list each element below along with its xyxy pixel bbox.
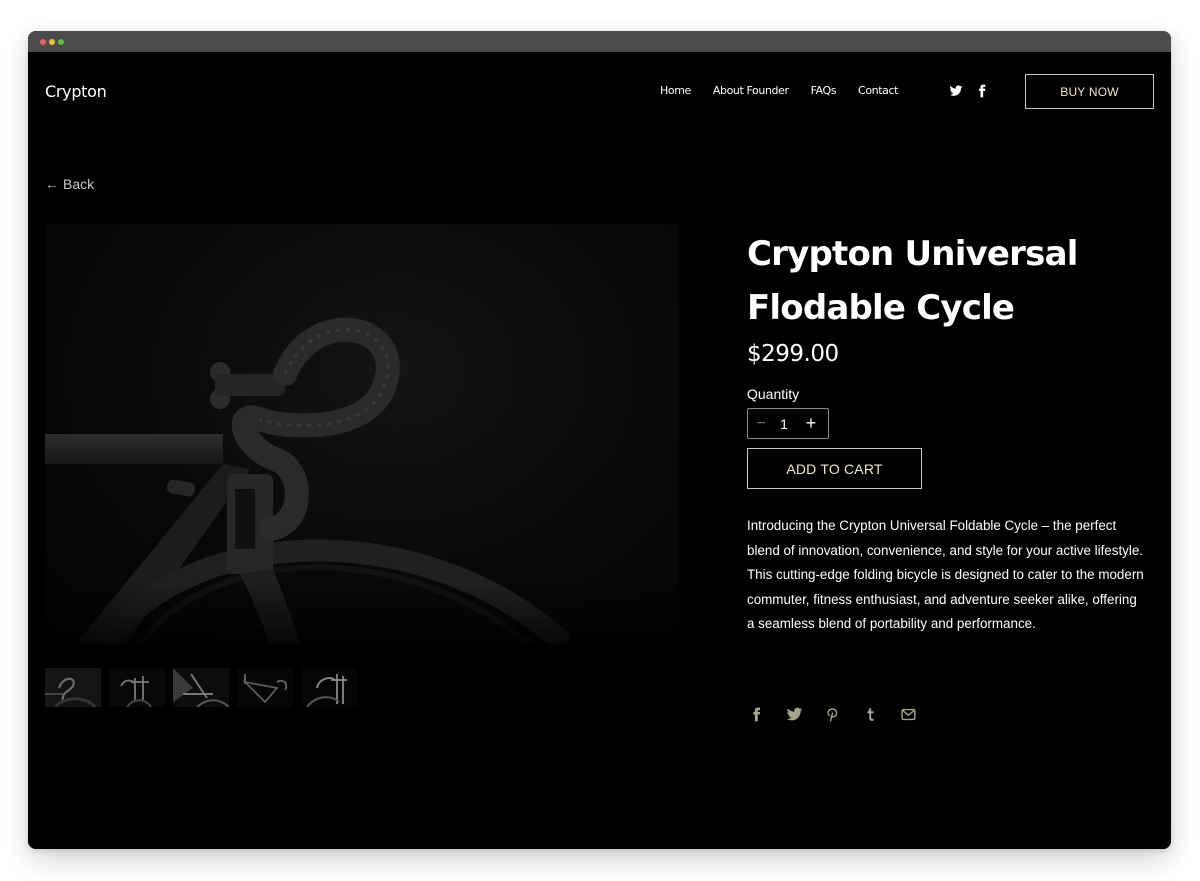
maximize-window-button[interactable] xyxy=(58,39,64,45)
header-social-links xyxy=(948,83,990,99)
back-link[interactable]: ← Back xyxy=(45,176,94,192)
product-description: Introducing the Crypton Universal Foldab… xyxy=(747,518,1144,631)
nav-contact[interactable]: Contact xyxy=(858,84,898,97)
facebook-icon[interactable] xyxy=(747,705,765,723)
product-page: Crypton Home About Founder FAQs Contact … xyxy=(28,52,1171,849)
tumblr-icon[interactable] xyxy=(861,705,879,723)
thumbnail-2[interactable] xyxy=(109,668,165,707)
add-to-cart-button[interactable]: ADD TO CART xyxy=(747,448,922,489)
share-links xyxy=(747,705,917,723)
pinterest-icon[interactable] xyxy=(823,705,841,723)
site-logo[interactable]: Crypton xyxy=(45,82,107,101)
product-price: $299.00 xyxy=(747,341,839,367)
back-label: Back xyxy=(63,176,95,192)
product-title: Crypton Universal Flodable Cycle xyxy=(747,234,1078,328)
quantity-decrease-button[interactable]: − xyxy=(748,415,774,433)
main-product-image[interactable] xyxy=(45,224,679,645)
main-nav: Home About Founder FAQs Contact xyxy=(660,84,920,97)
close-window-button[interactable] xyxy=(40,39,46,45)
quantity-stepper: − 1 + xyxy=(747,408,829,439)
thumbnail-strip xyxy=(45,668,357,707)
twitter-icon[interactable] xyxy=(948,83,964,99)
email-icon[interactable] xyxy=(899,705,917,723)
bicycle-illustration xyxy=(45,224,679,645)
quantity-label: Quantity xyxy=(747,386,800,402)
window-titlebar xyxy=(28,31,1171,52)
browser-window: Crypton Home About Founder FAQs Contact … xyxy=(28,31,1171,849)
thumbnail-3[interactable] xyxy=(173,668,229,707)
nav-faqs[interactable]: FAQs xyxy=(811,84,837,97)
quantity-increase-button[interactable]: + xyxy=(794,413,828,434)
minimize-window-button[interactable] xyxy=(49,39,55,45)
thumbnail-5[interactable] xyxy=(301,668,357,707)
thumbnail-1[interactable] xyxy=(45,668,101,707)
nav-about-founder[interactable]: About Founder xyxy=(713,84,789,97)
arrow-left-icon: ← xyxy=(45,176,59,192)
quantity-input[interactable]: 1 xyxy=(774,416,794,432)
thumbnail-4[interactable] xyxy=(237,668,293,707)
facebook-icon[interactable] xyxy=(974,83,990,99)
twitter-icon[interactable] xyxy=(785,705,803,723)
nav-home[interactable]: Home xyxy=(660,84,691,97)
buy-now-button[interactable]: BUY NOW xyxy=(1025,74,1154,109)
